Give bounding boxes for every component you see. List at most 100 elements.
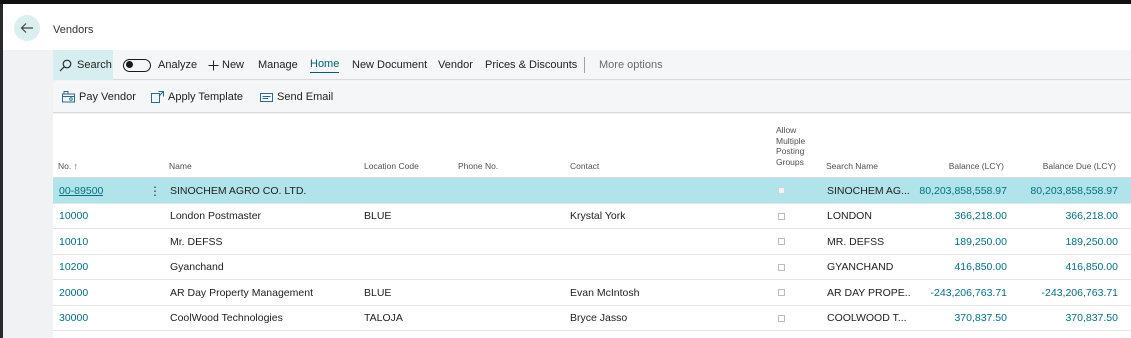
- column-header-phone-no[interactable]: Phone No.: [458, 161, 498, 172]
- column-header-no[interactable]: No. ↑: [58, 161, 78, 172]
- analyze-toggle[interactable]: Analyze: [123, 50, 197, 80]
- header-line: Posting: [776, 146, 805, 156]
- search-name: GYANCHAND: [827, 261, 894, 273]
- more-options-button[interactable]: More options: [599, 50, 663, 80]
- page-title: Vendors: [53, 24, 94, 36]
- vendor-menu[interactable]: Vendor: [438, 50, 473, 80]
- column-header-search-name[interactable]: Search Name: [826, 161, 878, 172]
- send-email-label: Send Email: [277, 91, 334, 103]
- search-icon: [59, 59, 72, 71]
- table-row[interactable]: 10200 Gyanchand GYANCHAND 416,850.00 416…: [53, 255, 1131, 280]
- table-row[interactable]: 00-89500 ⋮ SINOCHEM AGRO CO. LTD. SINOCH…: [53, 178, 1131, 204]
- search-name: MR. DEFSS: [827, 235, 885, 248]
- balance[interactable]: 416,850.00: [915, 255, 1007, 280]
- column-header-name[interactable]: Name: [169, 161, 192, 172]
- balance[interactable]: 189,250.00: [915, 229, 1007, 254]
- checkbox-icon: [778, 263, 785, 271]
- contact: Bryce Jasso: [570, 312, 628, 324]
- balance-due[interactable]: -243,206,763.71: [1025, 280, 1118, 305]
- balance-due[interactable]: 370,837.50: [1025, 306, 1118, 331]
- search-label: Search: [77, 59, 112, 71]
- vendor-name: SINOCHEM AGRO CO. LTD.: [170, 184, 307, 197]
- action-bar: Search Analyze New Manage Home New Docum…: [53, 50, 1131, 80]
- analyze-label: Analyze: [158, 59, 198, 71]
- contact: Evan McIntosh: [570, 286, 640, 299]
- checkbox-icon: [778, 289, 785, 296]
- vendor-name: AR Day Property Management: [170, 286, 313, 299]
- new-button[interactable]: New: [208, 50, 244, 80]
- location-code: BLUE: [364, 210, 392, 222]
- plus-icon: [208, 60, 219, 70]
- vendor-name: London Postmaster: [170, 210, 262, 222]
- balance-due[interactable]: 366,218.00: [1025, 204, 1118, 229]
- search-button[interactable]: Search: [53, 50, 113, 80]
- tab-home[interactable]: Home: [310, 50, 340, 80]
- column-header-balance-due[interactable]: Balance Due (LCY): [1023, 161, 1116, 172]
- vendor-no[interactable]: 10200: [59, 255, 88, 280]
- pay-vendor-button[interactable]: Pay Vendor: [62, 81, 136, 113]
- balance[interactable]: -243,206,763.71: [915, 280, 1007, 305]
- balance-due[interactable]: 189,250.00: [1025, 229, 1118, 254]
- vendor-no[interactable]: 30000: [59, 306, 88, 331]
- vendor-name: Gyanchand: [170, 261, 224, 273]
- email-icon: [260, 92, 273, 102]
- vendor-no[interactable]: 10010: [59, 229, 88, 254]
- allow-multiple-checkbox[interactable]: [778, 229, 785, 254]
- toggle-switch-icon: [123, 58, 151, 72]
- checkbox-icon: [778, 212, 785, 220]
- table-row[interactable]: 20000 AR Day Property Management BLUE Ev…: [53, 280, 1131, 306]
- new-label: New: [222, 59, 245, 71]
- contact: Krystal York: [570, 210, 626, 222]
- table-row[interactable]: 30000 CoolWood Technologies TALOJA Bryce…: [53, 306, 1131, 331]
- balance[interactable]: 370,837.50: [915, 306, 1007, 331]
- back-button[interactable]: [14, 15, 40, 41]
- apply-template-button[interactable]: Apply Template: [151, 81, 243, 113]
- allow-multiple-checkbox[interactable]: [778, 255, 785, 280]
- allow-multiple-checkbox[interactable]: [778, 306, 785, 331]
- search-name: SINOCHEM AG...: [827, 184, 910, 197]
- payment-icon: [62, 91, 75, 103]
- column-header-balance[interactable]: Balance (LCY): [933, 161, 1004, 172]
- location-code: BLUE: [364, 286, 392, 299]
- new-document-menu[interactable]: New Document: [352, 50, 427, 80]
- vendor-no[interactable]: 10000: [59, 204, 88, 229]
- row-actions-icon[interactable]: ⋮: [149, 184, 161, 198]
- vendor-no[interactable]: 00-89500: [59, 178, 103, 203]
- vendor-name: CoolWood Technologies: [170, 312, 283, 324]
- window-left-edge: [0, 4, 3, 338]
- table-row[interactable]: 10000 London Postmaster BLUE Krystal Yor…: [53, 204, 1131, 229]
- checkbox-icon: [778, 238, 785, 245]
- home-label: Home: [310, 58, 340, 73]
- column-header-location-code[interactable]: Location Code: [364, 161, 419, 172]
- arrow-left-icon: [20, 23, 33, 33]
- allow-multiple-checkbox[interactable]: [778, 204, 785, 229]
- balance[interactable]: 366,218.00: [915, 204, 1007, 229]
- send-email-button[interactable]: Send Email: [260, 81, 333, 113]
- separator: [584, 57, 585, 73]
- vendor-name: Mr. DEFSS: [170, 235, 223, 248]
- header-line: Multiple: [776, 135, 806, 146]
- balance-due[interactable]: 80,203,858,558.97: [1025, 178, 1118, 203]
- table-header: No. ↑ Name Location Code Phone No. Conta…: [53, 114, 1131, 178]
- search-name: LONDON: [827, 210, 872, 222]
- column-header-contact[interactable]: Contact: [570, 161, 599, 172]
- column-header-allow-multiple-posting-groups[interactable]: Allow Multiple Posting Groups: [776, 125, 805, 167]
- apply-template-label: Apply Template: [168, 91, 244, 103]
- checkbox-icon: [778, 187, 785, 194]
- search-name: AR DAY PROPE...: [827, 286, 911, 299]
- allow-multiple-checkbox[interactable]: [778, 280, 785, 305]
- balance[interactable]: 80,203,858,558.97: [915, 178, 1007, 203]
- manage-menu[interactable]: Manage: [258, 50, 298, 80]
- table-row[interactable]: 10010 Mr. DEFSS MR. DEFSS 189,250.00 189…: [53, 229, 1131, 255]
- vendors-table: No. ↑ Name Location Code Phone No. Conta…: [53, 114, 1131, 338]
- checkbox-icon: [778, 314, 785, 322]
- allow-multiple-checkbox[interactable]: [778, 178, 785, 203]
- header-line: Groups: [776, 156, 804, 167]
- page-header: Vendors: [3, 4, 1131, 50]
- vendor-no[interactable]: 20000: [59, 280, 88, 305]
- balance-due[interactable]: 416,850.00: [1025, 255, 1118, 280]
- prices-discounts-menu[interactable]: Prices & Discounts: [485, 50, 577, 80]
- home-actions-bar: Pay Vendor Apply Template Send Email: [53, 81, 1131, 113]
- template-icon: [151, 91, 164, 103]
- pay-vendor-label: Pay Vendor: [79, 91, 136, 103]
